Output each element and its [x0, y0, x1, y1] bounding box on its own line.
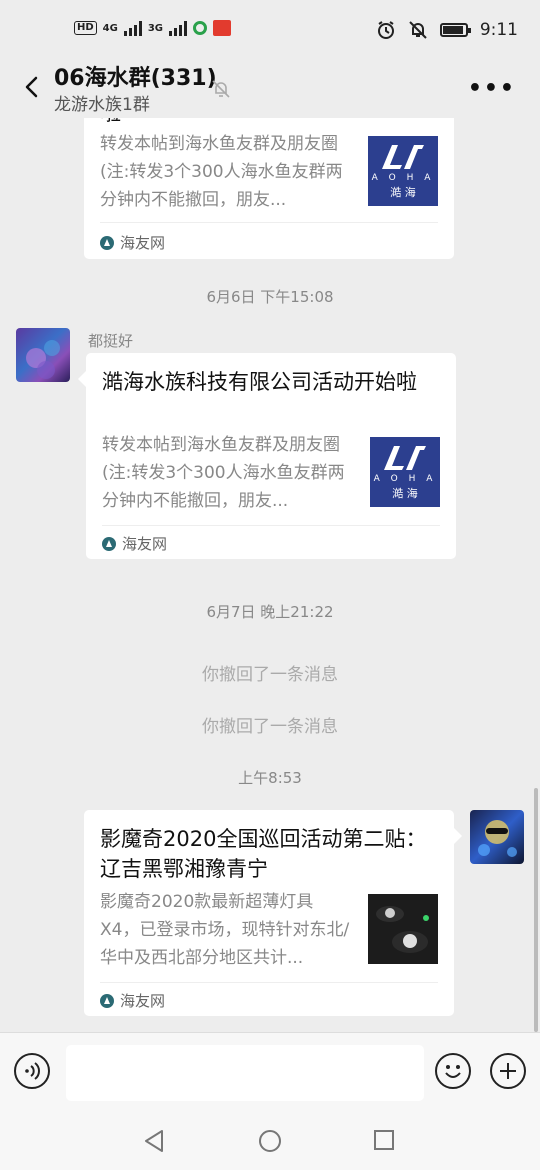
timestamp: 6月6日 下午15:08	[206, 288, 334, 306]
avatar-image	[478, 820, 517, 857]
bell-off-icon	[212, 80, 230, 98]
source-logo-icon	[100, 993, 114, 1008]
card-title: 澔海水族科技有限公司活动开始啦	[102, 370, 417, 394]
card-source: 海友网	[100, 990, 165, 1011]
battery-level	[442, 26, 464, 34]
source-logo-icon	[102, 536, 116, 551]
system-nav-bar	[0, 1112, 540, 1170]
card-title: 啦	[100, 118, 440, 128]
input-bar	[0, 1032, 540, 1113]
avatar-image	[26, 340, 60, 379]
card-source-label: 海友网	[120, 992, 166, 1010]
emoji-icon[interactable]	[435, 1053, 471, 1089]
network-3g-label: 3G	[147, 22, 164, 34]
card-source-label: 海友网	[122, 535, 168, 553]
thumb-cn: 澔 海	[392, 486, 418, 500]
thumb-cn: 澔 海	[390, 185, 416, 199]
avatar[interactable]	[470, 810, 524, 864]
aoha-logo-icon	[382, 144, 424, 169]
battery-icon	[439, 23, 471, 37]
signal-icon-2	[169, 20, 188, 36]
clock: 9:11	[479, 20, 518, 40]
nav-back-icon[interactable]	[142, 1128, 166, 1154]
chat-messages[interactable]: 啦 转发本帖到海水鱼友群及朋友圈(注:转发3个300人海水鱼友群两分钟内不能撤回…	[0, 118, 540, 1032]
card-divider	[100, 222, 438, 223]
card-thumbnail	[368, 894, 438, 964]
sender-name: 都挺好	[88, 332, 134, 350]
status-bar: HD 4G 3G 9:11	[0, 0, 540, 62]
back-chevron-icon[interactable]	[18, 72, 48, 102]
card-thumbnail: A O H A 澔 海	[368, 136, 438, 206]
chat-title: 06海水群(331)	[54, 66, 217, 91]
card-source-label: 海友网	[120, 234, 166, 252]
timestamp: 上午8:53	[238, 769, 302, 787]
notifications-off-icon	[409, 21, 427, 39]
status-right: 9:11	[376, 20, 518, 40]
product-photo	[368, 894, 438, 964]
message-link-card[interactable]: 澔海水族科技有限公司活动开始啦 转发本帖到海水鱼友群及朋友圈(注:转发3个300…	[78, 353, 456, 559]
card-thumbnail: A O H A 澔 海	[370, 437, 440, 507]
timestamp: 6月7日 晚上21:22	[206, 603, 334, 621]
status-left: HD 4G 3G	[74, 20, 232, 36]
thumb-letters: A O H A	[373, 473, 437, 484]
recall-notice: 你撤回了一条消息	[202, 717, 338, 737]
chat-subtitle: 龙游水族1群	[54, 95, 150, 115]
card-title: 影魔奇2020全国巡回活动第二贴： 辽吉黑鄂湘豫青宁	[100, 827, 427, 881]
message-link-card[interactable]: 啦 转发本帖到海水鱼友群及朋友圈(注:转发3个300人海水鱼友群两分钟内不能撤回…	[84, 118, 454, 259]
message-input[interactable]	[66, 1045, 424, 1101]
avatar[interactable]	[16, 328, 70, 382]
recall-notice: 你撤回了一条消息	[202, 665, 338, 685]
hd-badge: HD	[74, 21, 97, 35]
app-notification-icon-2	[213, 20, 232, 36]
card-source: 海友网	[102, 533, 167, 554]
card-divider	[102, 525, 440, 526]
card-divider	[100, 982, 438, 983]
network-4g-label: 4G	[102, 22, 118, 34]
more-dots-icon[interactable]: •••	[468, 76, 516, 101]
nav-recents-icon[interactable]	[372, 1128, 396, 1152]
voice-glyph	[25, 1062, 40, 1080]
nav-home-icon[interactable]	[257, 1128, 283, 1154]
aoha-logo-icon	[384, 445, 426, 470]
voice-icon[interactable]	[14, 1053, 50, 1089]
scrollbar[interactable]	[534, 788, 538, 1032]
app-notification-icon	[193, 21, 208, 35]
bubble-tail	[78, 371, 86, 387]
thumb-letters: A O H A	[371, 172, 435, 183]
card-description: 影魔奇2020款最新超薄灯具X4，已登录市场，现特针对东北/华中及西北部分地区共…	[100, 892, 350, 968]
card-description: 转发本帖到海水鱼友群及朋友圈(注:转发3个300人海水鱼友群两分钟内不能撤回，朋…	[100, 134, 343, 210]
plus-glyph	[500, 1063, 516, 1079]
card-source: 海友网	[100, 232, 165, 253]
plus-icon[interactable]	[490, 1053, 526, 1089]
signal-icon	[123, 20, 142, 36]
alarm-icon	[377, 21, 394, 39]
card-description: 转发本帖到海水鱼友群及朋友圈(注:转发3个300人海水鱼友群两分钟内不能撤回，朋…	[102, 435, 345, 511]
source-logo-icon	[100, 235, 114, 250]
chat-header: 06海水群(331) 龙游水族1群 •••	[0, 62, 540, 118]
emoji-glyph	[445, 1065, 461, 1078]
message-link-card[interactable]: 影魔奇2020全国巡回活动第二贴： 辽吉黑鄂湘豫青宁 影魔奇2020款最新超薄灯…	[84, 810, 462, 1016]
bubble-tail	[454, 828, 462, 844]
